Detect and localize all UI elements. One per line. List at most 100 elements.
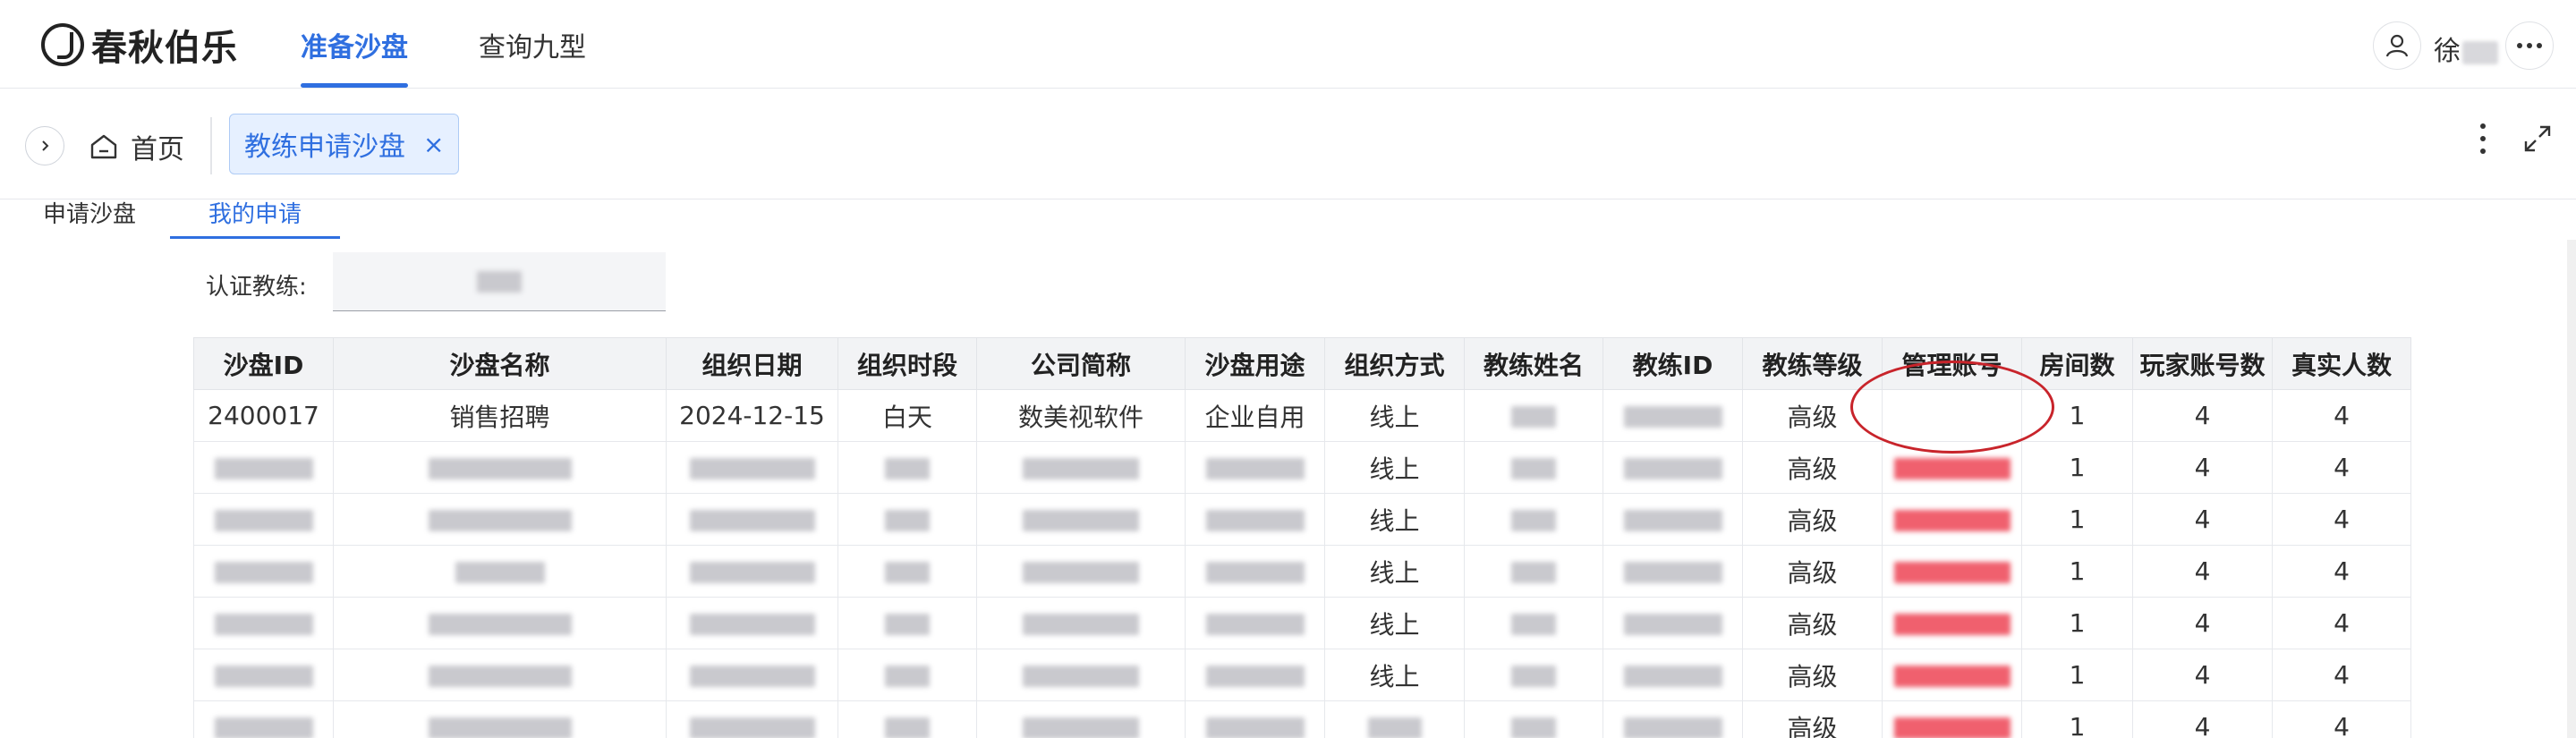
tab-home[interactable]: 首页 bbox=[89, 124, 184, 169]
cell-admin-account bbox=[1882, 649, 2022, 701]
column-header[interactable]: 公司简称 bbox=[976, 337, 1186, 390]
sidebar-expand-button[interactable] bbox=[25, 126, 64, 165]
cell-sandbox-name bbox=[333, 493, 667, 546]
table-row[interactable]: 线上 高级 1 4 4 bbox=[193, 649, 2411, 701]
vertical-scrollbar[interactable] bbox=[2567, 240, 2576, 738]
table-row[interactable]: 线上 高级 1 4 4 bbox=[193, 597, 2411, 649]
subtab-apply-sandbox[interactable]: 申请沙盘 bbox=[39, 199, 140, 239]
cell-period bbox=[837, 545, 977, 598]
cell-real-count: 4 bbox=[2272, 493, 2411, 546]
cell-real-count: 4 bbox=[2272, 700, 2411, 738]
top-header: 春秋伯乐 准备沙盘 查询九型 徐 bbox=[0, 0, 2576, 89]
cell-coach-name bbox=[1464, 545, 1603, 598]
cell-mode bbox=[1324, 700, 1465, 738]
user-avatar-button[interactable] bbox=[2373, 21, 2421, 70]
nav-tab-prepare-sandbox[interactable]: 准备沙盘 bbox=[301, 25, 408, 88]
cell-date bbox=[666, 649, 838, 701]
redacted-value bbox=[1205, 562, 1305, 583]
redacted-value bbox=[885, 562, 930, 583]
column-header[interactable]: 组织方式 bbox=[1324, 337, 1465, 390]
redacted-value bbox=[1023, 614, 1139, 635]
redacted-value bbox=[1205, 510, 1305, 531]
cell-rooms: 1 bbox=[2021, 700, 2133, 738]
cell-rooms: 1 bbox=[2021, 597, 2133, 649]
cell-mode: 线上 bbox=[1324, 649, 1465, 701]
redacted-value bbox=[214, 614, 313, 635]
subtab-my-applications[interactable]: 我的申请 bbox=[170, 199, 340, 239]
user-name[interactable]: 徐 bbox=[2434, 29, 2498, 68]
redacted-value bbox=[428, 666, 572, 687]
cell-company: 数美视软件 bbox=[976, 389, 1186, 442]
redacted-value bbox=[1367, 717, 1422, 738]
cell-usage bbox=[1185, 441, 1325, 494]
cell-mode: 线上 bbox=[1324, 493, 1465, 546]
column-header[interactable]: 组织日期 bbox=[666, 337, 838, 390]
cell-company bbox=[976, 700, 1186, 738]
redacted-value bbox=[885, 614, 930, 635]
certified-coach-field[interactable] bbox=[333, 252, 666, 311]
more-menu-button[interactable] bbox=[2505, 21, 2554, 70]
redacted-value bbox=[1511, 406, 1556, 428]
cell-coach-id bbox=[1603, 700, 1743, 738]
table-row[interactable]: 2400017 销售招聘 2024-12-15 白天 数美视软件 企业自用 线上… bbox=[193, 389, 2411, 442]
redacted-value bbox=[885, 458, 930, 479]
redacted-value bbox=[214, 458, 313, 479]
cell-rooms: 1 bbox=[2021, 441, 2133, 494]
redacted-value bbox=[1623, 510, 1722, 531]
redacted-value bbox=[428, 458, 572, 479]
redacted-value bbox=[1511, 717, 1556, 738]
column-header[interactable]: 沙盘ID bbox=[193, 337, 334, 390]
column-header[interactable]: 教练等级 bbox=[1742, 337, 1883, 390]
cell-period bbox=[837, 597, 977, 649]
cell-usage bbox=[1185, 493, 1325, 546]
table-row[interactable]: 线上 高级 1 4 4 bbox=[193, 545, 2411, 598]
column-header[interactable]: 玩家账号数 bbox=[2132, 337, 2273, 390]
column-header[interactable]: 组织时段 bbox=[837, 337, 977, 390]
column-header[interactable]: 教练姓名 bbox=[1464, 337, 1603, 390]
tab-coach-apply-sandbox[interactable]: 教练申请沙盘 × bbox=[229, 114, 460, 174]
cell-coach-name bbox=[1464, 441, 1603, 494]
cell-admin-account bbox=[1882, 597, 2022, 649]
column-header[interactable]: 真实人数 bbox=[2272, 337, 2411, 390]
redacted-value bbox=[1623, 458, 1722, 479]
redacted-value bbox=[1205, 666, 1305, 687]
column-header[interactable]: 沙盘用途 bbox=[1185, 337, 1325, 390]
redacted-value bbox=[1023, 717, 1139, 738]
cell-mode: 线上 bbox=[1324, 545, 1465, 598]
redacted-value bbox=[214, 562, 313, 583]
table-row[interactable]: 线上 高级 1 4 4 bbox=[193, 493, 2411, 546]
redacted-value bbox=[885, 717, 930, 738]
redacted-value bbox=[1623, 406, 1722, 428]
fullscreen-button[interactable] bbox=[2523, 124, 2552, 157]
cell-sandbox-id bbox=[193, 493, 334, 546]
certified-coach-label: 认证教练: bbox=[206, 274, 307, 301]
cell-coach-name bbox=[1464, 597, 1603, 649]
tab-divider bbox=[210, 117, 212, 174]
cell-period: 白天 bbox=[837, 389, 977, 442]
cell-usage bbox=[1185, 545, 1325, 598]
redacted-value bbox=[1623, 717, 1722, 738]
column-header[interactable]: 教练ID bbox=[1603, 337, 1743, 390]
cell-coach-id bbox=[1603, 493, 1743, 546]
redacted-value bbox=[689, 562, 815, 583]
cell-admin-account bbox=[1882, 545, 2022, 598]
tab-more-button[interactable] bbox=[2478, 121, 2487, 160]
cell-rooms: 1 bbox=[2021, 493, 2133, 546]
redacted-value bbox=[214, 717, 313, 738]
redacted-value bbox=[1511, 666, 1556, 687]
cell-player-accounts: 4 bbox=[2132, 441, 2273, 494]
redacted-value bbox=[1511, 562, 1556, 583]
close-icon[interactable]: × bbox=[423, 130, 444, 159]
redacted-value bbox=[455, 562, 545, 583]
cell-player-accounts: 4 bbox=[2132, 389, 2273, 442]
cell-level: 高级 bbox=[1742, 441, 1883, 494]
table-row[interactable]: 高级 1 4 4 bbox=[193, 700, 2411, 738]
table-row[interactable]: 线上 高级 1 4 4 bbox=[193, 441, 2411, 494]
column-header[interactable]: 沙盘名称 bbox=[333, 337, 667, 390]
redacted-value bbox=[689, 458, 815, 479]
cell-sandbox-id: 2400017 bbox=[193, 389, 334, 442]
redacted-value bbox=[1205, 717, 1305, 738]
nav-tab-query-enneagram[interactable]: 查询九型 bbox=[479, 25, 586, 88]
annotation-circle bbox=[1850, 361, 2054, 454]
app-logo[interactable]: 春秋伯乐 bbox=[41, 23, 238, 69]
